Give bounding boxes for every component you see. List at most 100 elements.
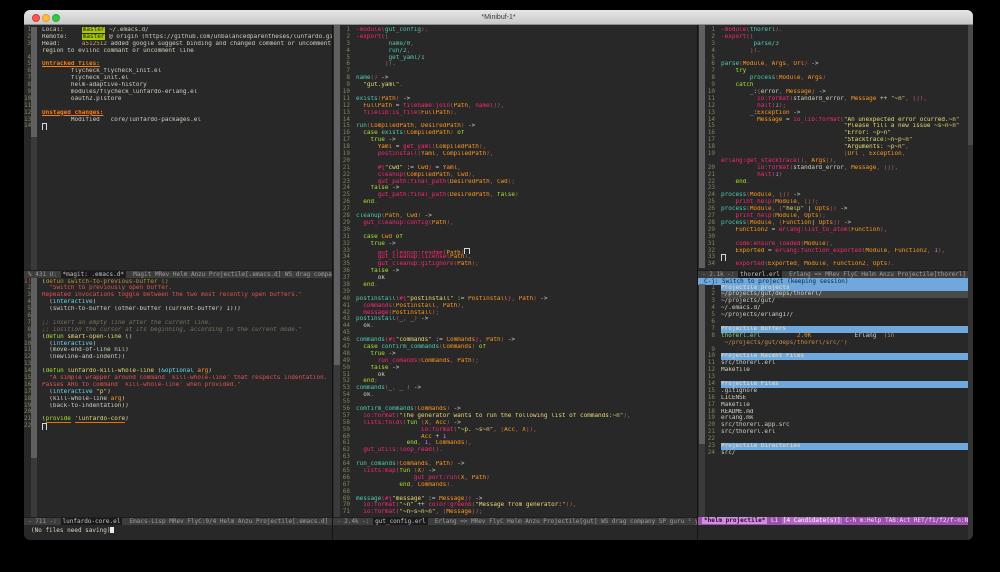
code-line: 18 "Arguments: ~p~n",	[698, 143, 973, 151]
code-line: 6 parse(Module, Args, Url) ->	[698, 61, 973, 68]
code-line: 9	[698, 346, 973, 354]
code-line: 14	[333, 116, 697, 124]
helm-projectile-buffer[interactable]: 1 Projectile projects 2 ~/projects/gut/deps…	[698, 284, 973, 517]
code-line: 5 Untracked files:	[24, 61, 332, 68]
frame-content: 1 Local: master ~/.emacs.d/2 Remote: maste…	[24, 25, 973, 540]
helm-section-header[interactable]: 23 Projectile Directories	[698, 442, 973, 450]
code-line: 58 lists:foldl(fun (X, Acc) ->	[333, 419, 697, 427]
helm-section-header[interactable]: 10 Projectile Recent Files	[698, 353, 973, 361]
thorerl-mode-line: - 2.1k -: thorerl.erl Erlang => MRev Fly…	[698, 270, 973, 278]
code-line: 21 src/thorerl.erl	[698, 428, 973, 436]
code-line: 22	[698, 435, 973, 443]
code-line: 71 io:format("~n~s~n~n", [Message]);	[333, 508, 697, 516]
hollow-cursor	[464, 247, 470, 255]
code-line: 32 true ->	[333, 240, 697, 248]
scrollbar[interactable]	[967, 25, 973, 540]
code-line: 12 Makefile	[698, 366, 973, 374]
code-line: 4 run/2,	[333, 47, 697, 55]
code-line: 9 "gut.yaml".	[333, 81, 697, 89]
elisp-buffer[interactable]: 1! (defun switch-to-previous-buffer () 2 "…	[24, 278, 332, 518]
code-line: 40 postinstall(#{"postinstall" := Postins…	[333, 295, 697, 303]
code-line: 14 (defun lunfardo-kill-whole-line (&opti…	[24, 367, 212, 375]
code-line: 5	[698, 54, 973, 62]
code-line: 15 "Please fill a new issue ~s~n~n"	[698, 123, 973, 130]
buffer-name: *helm projectile*	[702, 517, 768, 524]
code-line: 15 .gitignore	[698, 387, 973, 395]
code-line: 54 ok.	[333, 391, 697, 399]
code-line: 22 end.	[698, 178, 973, 186]
code-line: 37 ok	[333, 274, 697, 282]
code-line: 8 process(Module, Args)	[698, 74, 973, 82]
code-line: 32 Exported = erlang:function_exported(M…	[698, 247, 973, 255]
close-button[interactable]	[32, 14, 40, 22]
code-line: 5 ~/projects/erlang17/	[698, 311, 973, 319]
code-line: 11	[24, 102, 332, 110]
code-line: 14	[24, 123, 332, 131]
gut-config-buffer[interactable]: 1 -module(gut_config). 2 -export([3 name/0,…	[333, 25, 697, 519]
code-line: 21 #{"cwd" := Cwd} = Yaml,	[333, 164, 697, 172]
code-line: 16 LICENSE	[698, 394, 973, 402]
code-line: 3 name/0,	[333, 40, 697, 48]
code-line: 24 false ->	[333, 185, 697, 192]
minimize-button[interactable]	[42, 14, 50, 22]
code-line: 2 Remote: master @ origin (https://github…	[24, 33, 332, 41]
helm-section-header[interactable]: 7 Projectile Buffers	[698, 325, 973, 333]
code-line: 27 print_help(Module, Opts);	[698, 212, 973, 220]
code-line: 63	[333, 453, 697, 461]
code-line: 45	[333, 329, 697, 337]
code-line: 5 get_yaml/1	[333, 54, 697, 62]
candidate-count: [4 Candidate(s)]	[781, 517, 842, 524]
code-line: 16 Passes ARG to command `kill-whole-line…	[24, 380, 241, 388]
code-line: 19 (back-to-indentation))	[24, 401, 129, 409]
code-line: 3 parse/3	[698, 40, 973, 48]
code-line: 23	[698, 185, 973, 192]
code-line: 13 _:Exception ->	[698, 109, 973, 117]
code-line: 66 gut_port:run(X, Path)	[333, 474, 697, 482]
code-line: 26 process(Module, ["help" | Opts]) ->	[698, 205, 973, 213]
code-line: 2 -export([	[333, 33, 697, 41]
code-line: 12 Unstaged changes:	[24, 108, 104, 116]
code-line: 7;; insert an empty line after the curre…	[24, 319, 332, 327]
scrollbar[interactable]	[31, 278, 37, 517]
code-line: 29 Function2 = erlang:list_to_atom(Funct…	[698, 226, 973, 234]
thorerl-buffer[interactable]: 1 -module(thorerl). 2 -export([3 parse/3 4 ]…	[698, 25, 973, 270]
scrollbar[interactable]	[699, 284, 705, 517]
elisp-mode-line: - 711 -: lunfardo-core.el Emacs-Lisp MRe…	[24, 517, 332, 525]
code-line: 9 modules/flycheck_lunfardo-erlang.el	[24, 88, 332, 96]
code-line: 4 ~/.emacs.d/	[698, 304, 973, 312]
magit-status-buffer[interactable]: 1 Local: master ~/.emacs.d/2 Remote: maste…	[24, 25, 332, 272]
code-line[interactable]: 2 ~/projects/gut/deps/thorerl/	[698, 290, 973, 299]
code-line: 16 case exists(CompiledPath) of	[333, 129, 697, 137]
code-line: 18 Yaml = get_yaml(CompiledPath),	[333, 143, 697, 151]
code-line: 35 gut_cleanup:gitignore(Path);	[333, 260, 697, 268]
code-line: 15 "A simple wrapper around command `kil…	[24, 373, 328, 381]
code-line: 13 Modified core/lunfardo-packages.el	[24, 115, 201, 123]
code-line: 28 cleanup(Path, Cwd) ->	[333, 212, 697, 220]
scrollbar[interactable]	[334, 25, 340, 517]
helm-section-header[interactable]: 1 Projectile projects	[698, 284, 973, 292]
helm-section-header[interactable]: 14 Projectile Files	[698, 380, 973, 388]
code-line: 62 gut_utils:loop_read().	[333, 446, 697, 454]
code-line: 6	[698, 318, 973, 326]
echo-area[interactable]: (No files need saving)	[24, 525, 973, 540]
scrollbar[interactable]	[31, 27, 37, 270]
title-bar[interactable]: *Minibuf-1*	[24, 10, 973, 25]
code-line: 18 README.md	[698, 408, 973, 416]
code-line: 2 "Switch to previously open buffer.	[24, 284, 332, 292]
scrollbar[interactable]	[699, 25, 705, 268]
code-line: 42 message(Postinstall);	[333, 309, 697, 317]
code-line: 19 erlang.mk	[698, 415, 973, 422]
helm-mode-line: *helm projectile* L1 [4 Candidate(s)] C-…	[698, 517, 973, 525]
code-line: 3 Head: a512512 added google suggest bind…	[24, 40, 332, 48]
code-line: 21!(provide 'lunfardo-core)	[24, 415, 129, 424]
code-line: 9 (defun smart-open-line ()	[24, 333, 332, 341]
code-line: 7 try	[698, 67, 973, 75]
code-line: 51 ok	[333, 371, 697, 379]
code-line: 52 end;	[333, 378, 697, 385]
code-line: 8 name() ->	[333, 74, 697, 82]
zoom-button[interactable]	[52, 14, 60, 22]
code-line: 31 code:ensure_loaded(Module),	[698, 240, 973, 248]
code-line: 50 false ->	[333, 364, 697, 372]
code-line: erlang:get_stacktrace(), Args]),	[698, 158, 973, 165]
code-line: 24 process(Module, []) ->	[698, 191, 973, 199]
